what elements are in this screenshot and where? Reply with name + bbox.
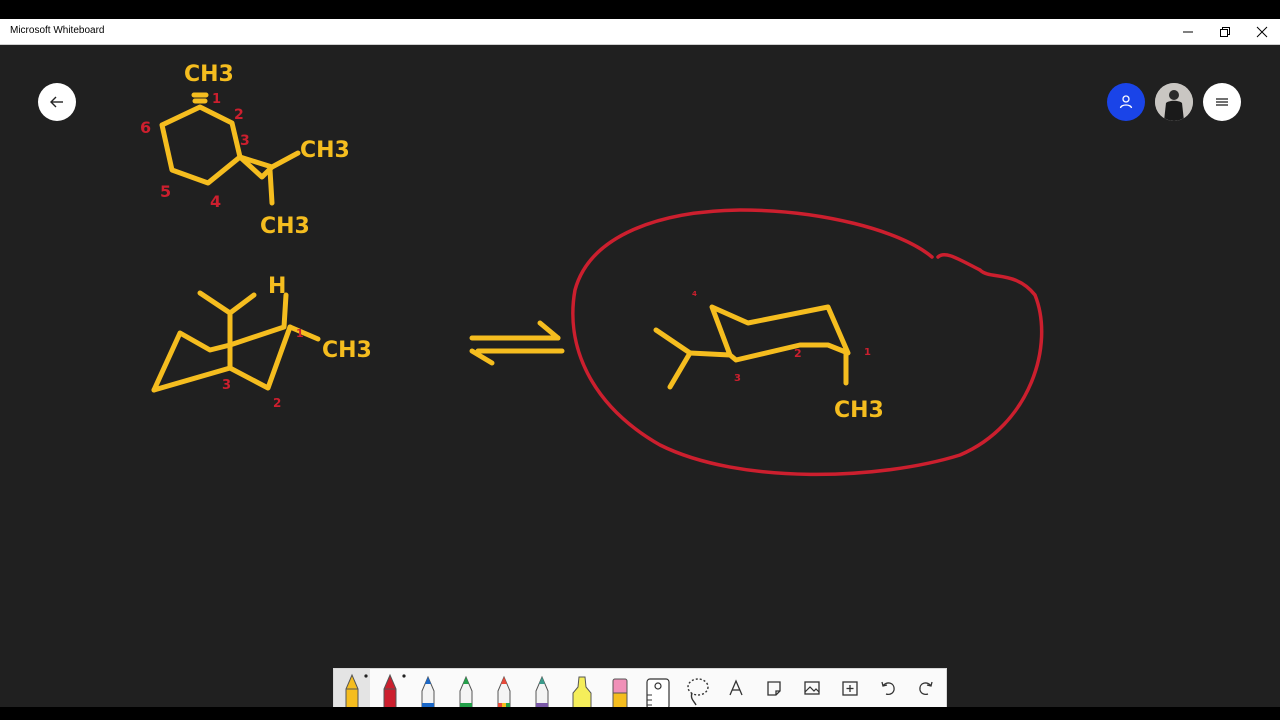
app-title: Microsoft Whiteboard (10, 25, 105, 36)
minimize-button[interactable] (1173, 22, 1203, 42)
highlighter-icon (572, 676, 592, 709)
carbon-number: 3 (222, 378, 231, 393)
top-black-bar (0, 0, 1280, 19)
note-tool[interactable] (756, 669, 792, 709)
back-button[interactable] (38, 83, 76, 121)
h-label: H (268, 274, 286, 299)
galaxy-pen-tool[interactable] (524, 669, 560, 709)
ink-toolbar (333, 668, 947, 709)
whiteboard-canvas[interactable]: CH3 CH3 CH3 1 2 3 4 5 6 H CH3 1 2 3 CH3 … (0, 45, 1280, 707)
ch3-label: CH3 (260, 214, 310, 239)
hamburger-menu-icon (1216, 98, 1228, 106)
user-avatar[interactable] (1155, 83, 1193, 121)
carbon-number: 3 (734, 373, 741, 384)
carbon-number: 6 (140, 118, 151, 137)
person-icon (1119, 95, 1133, 109)
bottom-black-bar (0, 707, 1280, 720)
carbon-number: 4 (692, 290, 697, 298)
pen-icon (535, 675, 549, 709)
lasso-tool[interactable] (680, 669, 716, 709)
carbon-number: 2 (794, 347, 802, 360)
highlighter-tool[interactable] (564, 669, 600, 709)
carbon-number: 1 (296, 327, 304, 340)
pen-icon (345, 673, 368, 709)
add-tool[interactable] (832, 669, 868, 709)
carbon-number: 5 (160, 182, 171, 201)
rainbow-pen-tool[interactable] (486, 669, 522, 709)
carbon-number: 3 (240, 133, 250, 149)
text-tool[interactable] (718, 669, 754, 709)
text-icon (729, 679, 743, 696)
carbon-number: 2 (273, 396, 281, 410)
menu-button[interactable] (1203, 83, 1241, 121)
green-pen-tool[interactable] (448, 669, 484, 709)
minimize-icon (1183, 31, 1193, 33)
redo-icon (919, 681, 933, 696)
red-pen-tool[interactable] (372, 669, 408, 709)
carbon-number: 4 (210, 192, 221, 211)
carbon-number: 1 (212, 92, 221, 107)
ch3-label: CH3 (184, 62, 234, 87)
image-icon (804, 681, 820, 695)
undo-button[interactable] (870, 669, 906, 709)
carbon-number: 2 (234, 107, 244, 123)
window-titlebar[interactable]: Microsoft Whiteboard (0, 19, 1280, 45)
invite-button[interactable] (1107, 83, 1145, 121)
yellow-pen-tool[interactable] (334, 669, 370, 709)
close-icon (1256, 26, 1268, 38)
pen-icon (421, 675, 435, 709)
restore-button[interactable] (1210, 22, 1240, 42)
arrow-left-icon (50, 96, 63, 108)
avatar-person-icon (1155, 83, 1193, 121)
eraser-tool[interactable] (602, 669, 638, 709)
ch3-label: CH3 (834, 398, 884, 423)
pen-icon (383, 673, 406, 709)
ch3-label: CH3 (300, 138, 350, 163)
ink-labels: CH3 CH3 CH3 1 2 3 4 5 6 H CH3 1 2 3 CH3 … (140, 62, 884, 423)
redo-button[interactable] (908, 669, 944, 709)
add-icon (842, 681, 858, 696)
ch3-label: CH3 (322, 338, 372, 363)
eraser-icon (612, 678, 628, 709)
ruler-tool[interactable] (640, 669, 676, 709)
blue-pen-tool[interactable] (410, 669, 446, 709)
image-tool[interactable] (794, 669, 830, 709)
restore-icon (1220, 27, 1230, 37)
undo-icon (881, 681, 895, 696)
carbon-number: 1 (864, 347, 871, 358)
pen-icon (497, 675, 511, 709)
lasso-icon (687, 678, 709, 706)
note-icon (767, 681, 781, 696)
pen-icon (459, 675, 473, 709)
ruler-icon (646, 678, 670, 709)
close-button[interactable] (1247, 22, 1277, 42)
